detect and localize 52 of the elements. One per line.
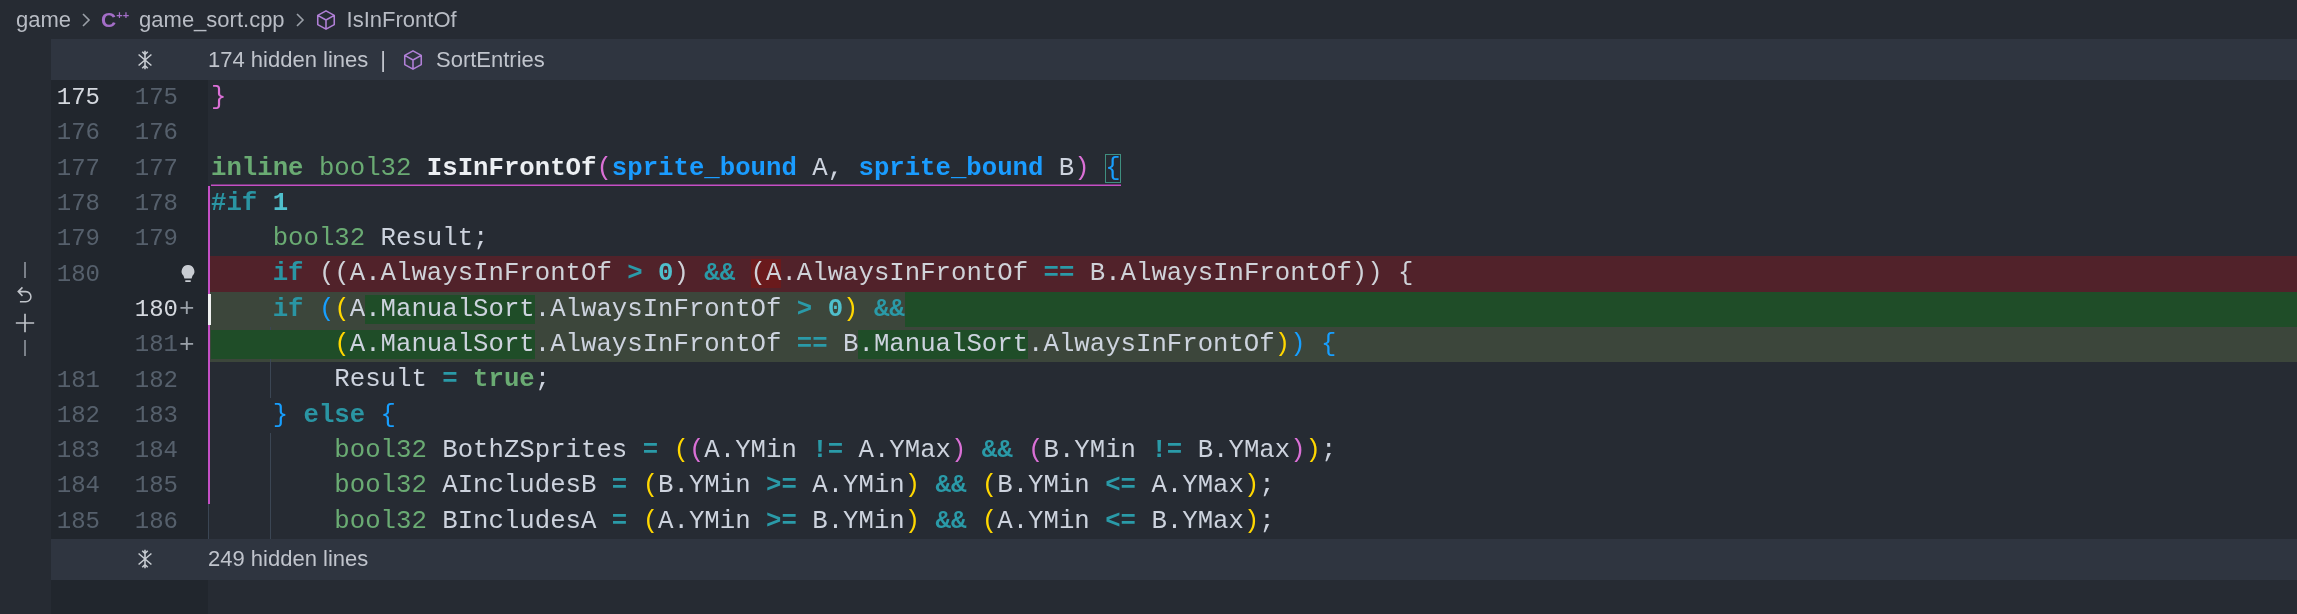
line-number: 175 (134, 84, 178, 112)
code-line: (A.ManualSort.AlwaysInFrontOf == B.ManualSort.AlwaysInFrontOf)) { (211, 327, 1337, 363)
added-line-marker: + (179, 296, 195, 323)
hidden-lines-label: 174 hidden lines (208, 46, 369, 73)
breadcrumb-item[interactable]: IsInFrontOf (346, 6, 457, 33)
line-number: 178 (134, 190, 178, 218)
hidden-lines-label: 249 hidden lines (208, 546, 369, 573)
added-line-marker: + (179, 331, 195, 358)
code-line: bool32 BothZSprites = ((A.YMin != A.YMax) && (B.YMin != B.YMax)); (333, 434, 1337, 467)
breadcrumb-item[interactable]: game_sort.cpp (139, 6, 285, 33)
line-number: 182 (56, 401, 100, 429)
separator: | (380, 46, 386, 73)
line-number: 176 (134, 119, 178, 147)
code-line: } (211, 82, 227, 114)
breadcrumb-item[interactable]: game (16, 6, 72, 33)
line-number: 183 (134, 401, 178, 429)
chevron-icon (294, 11, 305, 28)
folded-region-bar[interactable]: 174 hidden lines | SortEntries (51, 39, 2297, 80)
line-number: 183 (56, 437, 100, 465)
code-line: #if 1 (211, 187, 289, 220)
symbol-name[interactable]: SortEntries (435, 46, 545, 73)
line-number: 175 (56, 84, 100, 112)
folded-region-bar[interactable]: 249 hidden lines (51, 538, 2297, 580)
code-line: if ((A.AlwaysInFrontOf > 0) && (A.AlwaysInFrontOf == B.AlwaysInFrontOf)) { (271, 258, 1414, 291)
code-line: bool32 Result; (271, 223, 489, 256)
line-number: 179 (134, 225, 178, 253)
code-line: bool32 BIncludesA = (A.YMin >= B.YMin) && (A.YMin <= B.YMax); (333, 505, 1275, 538)
line-number: 185 (134, 472, 178, 500)
plus-icon[interactable] (14, 312, 36, 335)
code-line: inline bool32 IsInFrontOf(sprite_bound A, sprite_bound B) { (211, 150, 1121, 186)
line-number: 177 (134, 154, 178, 182)
cube-icon (401, 48, 424, 71)
code-line: Result = true; (333, 364, 551, 397)
cpp-file-icon: C$^{++}$ (101, 7, 130, 32)
line-number: 180 (134, 295, 178, 323)
line-number: 178 (56, 190, 100, 218)
line-number: 181 (56, 366, 100, 394)
code-line: if ((A.ManualSort.AlwaysInFrontOf > 0) && (271, 293, 905, 326)
line-number: 184 (56, 472, 100, 500)
line-number: 180 (56, 260, 100, 288)
code-line: bool32 AIncludesB = (B.YMin >= A.YMin) && (B.YMin <= A.YMax); (333, 470, 1275, 503)
line-number: 181 (134, 331, 178, 359)
code-line: } else { (271, 399, 396, 432)
line-number: 185 (56, 507, 100, 535)
line-number: 176 (56, 119, 100, 147)
line-number: 186 (134, 507, 178, 535)
cube-icon (314, 8, 337, 31)
line-number: 179 (56, 225, 100, 253)
line-number: 177 (56, 154, 100, 182)
line-number: 184 (134, 437, 178, 465)
chevron-icon (81, 11, 92, 28)
line-number: 182 (134, 366, 178, 394)
